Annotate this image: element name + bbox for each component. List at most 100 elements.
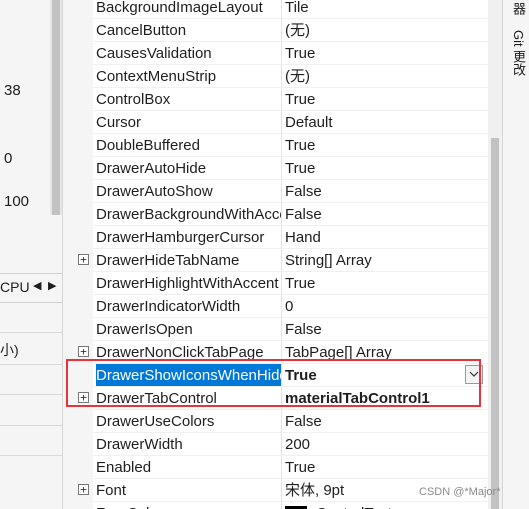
expand-plus-icon[interactable]: + (78, 392, 89, 403)
property-value[interactable]: (无) (285, 65, 485, 88)
row-gutter (76, 42, 93, 65)
property-name[interactable]: Enabled (96, 456, 281, 479)
property-value[interactable]: String[] Array (285, 249, 485, 272)
expand-plus-icon[interactable]: + (78, 346, 89, 357)
property-value[interactable]: (无) (285, 19, 485, 42)
property-name[interactable]: DrawerShowIconsWhenHidden (96, 364, 281, 387)
property-name[interactable]: DrawerIsOpen (96, 318, 281, 341)
column-divider (281, 272, 282, 295)
column-divider (281, 0, 282, 19)
tab-scroll-right-icon[interactable]: ▶ (48, 279, 56, 292)
panel-splitter[interactable] (62, 0, 77, 509)
property-value[interactable]: Default (285, 111, 485, 134)
left-scrollbar-thumb[interactable] (52, 0, 60, 215)
property-row[interactable]: ContextMenuStrip (无) (76, 65, 488, 88)
expand-plus-icon[interactable]: + (78, 254, 89, 265)
property-row[interactable]: Enabled True (76, 456, 488, 479)
property-value[interactable]: ControlText (316, 502, 488, 509)
tab-scroll-left-icon[interactable]: ◀ (33, 279, 41, 292)
left-scrollbar[interactable] (50, 0, 62, 215)
property-row[interactable]: DrawerWidth 200 (76, 433, 488, 456)
property-row[interactable]: BackgroundImageLayout Tile (76, 0, 488, 19)
cpu-tab[interactable]: CPU (0, 279, 30, 295)
property-value[interactable]: True (285, 88, 485, 111)
property-value[interactable]: True (285, 364, 485, 387)
property-name[interactable]: CausesValidation (96, 42, 281, 65)
left-tab-bar: CPU ◀ ▶ (0, 273, 62, 303)
column-divider (281, 502, 282, 509)
property-value[interactable]: False (285, 410, 485, 433)
property-name[interactable]: CancelButton (96, 19, 281, 42)
column-divider (281, 410, 282, 433)
property-value[interactable]: False (285, 318, 485, 341)
property-grid-scrollbar[interactable] (488, 0, 502, 509)
property-row[interactable]: Cursor Default (76, 111, 488, 134)
column-divider (281, 479, 282, 502)
column-divider (281, 88, 282, 111)
tool-tab-git-changes[interactable]: Git 更改 (509, 30, 528, 76)
property-name[interactable]: DrawerAutoShow (96, 180, 281, 203)
property-value[interactable]: False (285, 180, 485, 203)
row-gutter (76, 88, 93, 111)
property-name[interactable]: DrawerAutoHide (96, 157, 281, 180)
property-value[interactable]: Hand (285, 226, 485, 249)
property-name[interactable]: DrawerNonClickTabPage (96, 341, 281, 364)
property-name[interactable]: ContextMenuStrip (96, 65, 281, 88)
property-row[interactable]: DrawerUseColors False (76, 410, 488, 433)
property-name[interactable]: Cursor (96, 111, 281, 134)
property-name[interactable]: DrawerUseColors (96, 410, 281, 433)
property-value[interactable]: True (285, 42, 485, 65)
property-row[interactable]: CausesValidation True (76, 42, 488, 65)
property-name[interactable]: DrawerHideTabName (96, 249, 281, 272)
property-name[interactable]: DrawerTabControl (96, 387, 281, 410)
left-value-2: 0 (4, 150, 13, 167)
property-name[interactable]: ControlBox (96, 88, 281, 111)
property-name[interactable]: DoubleBuffered (96, 134, 281, 157)
column-divider (281, 387, 282, 410)
property-row[interactable]: DrawerAutoShow False (76, 180, 488, 203)
property-value[interactable]: Tile (285, 0, 485, 19)
property-row[interactable]: DrawerHighlightWithAccent True (76, 272, 488, 295)
row-gutter (76, 111, 93, 134)
value-dropdown-button[interactable] (465, 365, 483, 384)
tool-tab-toolbox[interactable]: 器 (509, 2, 528, 15)
left-value-1: 38 (4, 82, 21, 99)
expand-plus-icon[interactable]: + (78, 484, 89, 495)
property-row[interactable]: DrawerShowIconsWhenHiddenTrue (76, 364, 488, 387)
property-row[interactable]: + DrawerTabControl materialTabControl1 (76, 387, 488, 410)
left-list-row: 小) (0, 332, 62, 365)
property-row[interactable]: CancelButton (无) (76, 19, 488, 42)
property-value[interactable]: 0 (285, 295, 485, 318)
property-grid-scrollbar-thumb[interactable] (491, 138, 499, 509)
property-row[interactable]: DrawerHamburgerCursor Hand (76, 226, 488, 249)
property-name[interactable]: DrawerHighlightWithAccent (96, 272, 281, 295)
property-row[interactable]: DrawerBackgroundWithAccent False (76, 203, 488, 226)
property-value[interactable]: True (285, 134, 485, 157)
property-row[interactable]: DrawerIsOpen False (76, 318, 488, 341)
property-value[interactable]: True (285, 157, 485, 180)
property-value[interactable]: False (285, 203, 485, 226)
property-row[interactable]: DrawerIndicatorWidth 0 (76, 295, 488, 318)
property-name[interactable]: Font (96, 479, 281, 502)
property-row[interactable]: + DrawerHideTabName String[] Array (76, 249, 488, 272)
property-name[interactable]: DrawerBackgroundWithAccent (96, 203, 281, 226)
property-row[interactable]: ForeColor ControlText (76, 502, 488, 509)
row-gutter (76, 203, 93, 226)
property-row[interactable]: ControlBox True (76, 88, 488, 111)
row-gutter (76, 272, 93, 295)
row-gutter (76, 295, 93, 318)
property-value[interactable]: 200 (285, 433, 485, 456)
column-divider (281, 134, 282, 157)
property-row[interactable]: + DrawerNonClickTabPage TabPage[] Array (76, 341, 488, 364)
property-name[interactable]: DrawerWidth (96, 433, 281, 456)
property-row[interactable]: DrawerAutoHide True (76, 157, 488, 180)
property-name[interactable]: DrawerIndicatorWidth (96, 295, 281, 318)
property-value[interactable]: materialTabControl1 (285, 387, 485, 410)
property-name[interactable]: BackgroundImageLayout (96, 0, 281, 19)
property-row[interactable]: DoubleBuffered True (76, 134, 488, 157)
property-name[interactable]: ForeColor (96, 502, 281, 509)
property-value[interactable]: True (285, 272, 485, 295)
property-value[interactable]: True (285, 456, 485, 479)
property-value[interactable]: TabPage[] Array (285, 341, 485, 364)
property-name[interactable]: DrawerHamburgerCursor (96, 226, 281, 249)
